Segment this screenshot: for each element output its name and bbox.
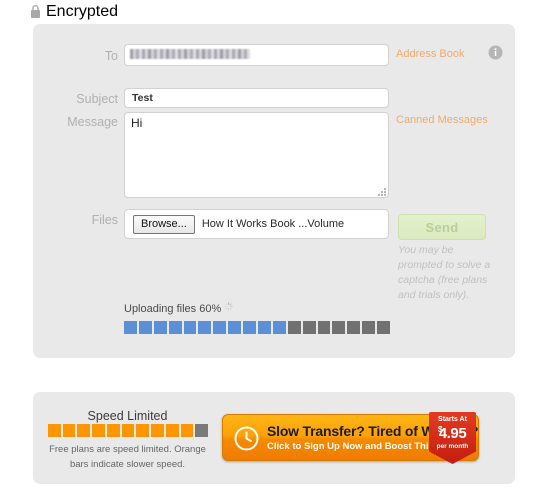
promo-subline: Click to Sign Up Now and Boost This Tran… xyxy=(267,441,474,452)
progress-segment xyxy=(287,321,301,334)
progress-segment xyxy=(138,321,152,334)
label-message: Message xyxy=(67,115,118,129)
selected-file-name: How It Works Book ...Volume xyxy=(201,218,345,230)
progress-segment xyxy=(213,321,227,334)
label-files: Files xyxy=(91,213,118,227)
speed-segment xyxy=(121,424,135,437)
encrypted-label: Encrypted xyxy=(46,3,119,20)
price-badge-top: Starts At xyxy=(438,416,467,423)
progress-segment xyxy=(228,321,242,334)
progress-segment xyxy=(198,321,212,334)
price-badge-period: per month xyxy=(436,443,469,450)
speed-segment xyxy=(48,424,61,437)
to-value-redacted xyxy=(130,49,250,59)
progress-segment xyxy=(168,321,182,334)
label-subject: Subject xyxy=(76,92,118,106)
speed-limited-note: Free plans are speed limited. Orange bar… xyxy=(49,444,206,470)
price-badge-amount: 4.95 xyxy=(438,425,467,442)
speed-limited-bar xyxy=(48,424,209,437)
upload-status-text: Uploading files 60% xyxy=(124,303,222,315)
speed-segment xyxy=(92,424,105,437)
info-icon[interactable] xyxy=(488,45,503,60)
progress-segment xyxy=(124,321,137,334)
speed-segment xyxy=(180,424,194,437)
speed-segment xyxy=(165,424,179,437)
clock-icon xyxy=(234,426,259,451)
speed-segment xyxy=(62,424,76,437)
subject-input[interactable] xyxy=(124,88,389,108)
send-captcha-note: You may be prompted to solve a captcha (… xyxy=(398,244,491,301)
transfer-page: Encrypted To Subject Message Files Brows… xyxy=(0,0,548,500)
upgrade-banner[interactable]: Slow Transfer? Tired of Waiting? Click t… xyxy=(222,412,479,464)
speed-segment xyxy=(77,424,91,437)
encrypted-indicator: Encrypted xyxy=(30,3,118,21)
progress-segment xyxy=(317,321,331,334)
message-textarea[interactable] xyxy=(124,112,389,198)
address-book-link[interactable]: Address Book xyxy=(396,47,464,61)
send-button[interactable]: Send xyxy=(398,214,486,240)
speed-segment xyxy=(106,424,120,437)
speed-segment xyxy=(136,424,150,437)
file-input-row[interactable]: Browse... How It Works Book ...Volume xyxy=(124,209,389,239)
upload-progress-bar xyxy=(124,321,391,334)
progress-segment xyxy=(377,321,391,334)
progress-segment xyxy=(153,321,167,334)
label-to: To xyxy=(104,49,118,63)
spinner-icon xyxy=(224,302,234,311)
progress-segment xyxy=(243,321,257,334)
speed-segment xyxy=(151,424,164,437)
progress-segment xyxy=(347,321,361,334)
speed-limited-title: Speed Limited xyxy=(87,409,168,423)
browse-button[interactable]: Browse... xyxy=(133,214,195,234)
speed-segment xyxy=(195,424,209,437)
promo-headline: Slow Transfer? Tired of Waiting? xyxy=(267,423,479,439)
progress-segment xyxy=(272,321,286,334)
upload-status: Uploading files 60% xyxy=(124,302,234,315)
progress-segment xyxy=(183,321,197,334)
progress-segment xyxy=(362,321,376,334)
progress-segment xyxy=(332,321,346,334)
progress-segment xyxy=(258,321,271,334)
canned-messages-link[interactable]: Canned Messages xyxy=(396,113,488,127)
price-badge: Starts At $ 4.95 per month xyxy=(429,412,476,464)
progress-segment xyxy=(302,321,316,334)
lock-icon xyxy=(31,5,40,18)
